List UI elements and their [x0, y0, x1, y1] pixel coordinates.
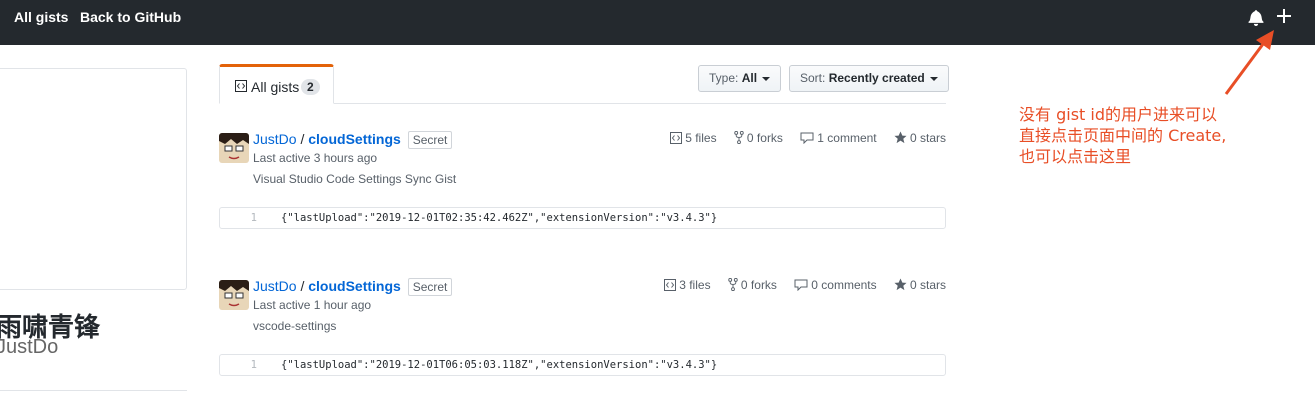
profile-avatar-card	[0, 68, 187, 290]
avatar[interactable]	[219, 280, 249, 310]
fork-icon	[734, 130, 744, 145]
gist-title: JustDo / cloudSettings Secret	[253, 278, 453, 296]
files-stat[interactable]: 3 files	[664, 278, 711, 292]
code-icon	[235, 80, 247, 92]
bell-icon[interactable]	[1248, 9, 1264, 26]
files-stat[interactable]: 5 files	[670, 131, 717, 145]
comment-icon	[794, 279, 808, 292]
type-filter-button[interactable]: Type: All	[698, 65, 782, 92]
annotation-line: 也可以点击这里	[1019, 147, 1132, 166]
comment-icon	[800, 132, 814, 145]
code-preview[interactable]: 1 {"lastUpload":"2019-12-01T02:35:42.462…	[219, 207, 946, 229]
type-filter-value: All	[741, 71, 758, 85]
forks-count: 0 forks	[740, 278, 777, 292]
gist-title: JustDo / cloudSettings Secret	[253, 131, 453, 149]
all-gists-link[interactable]: All gists	[14, 9, 68, 25]
tab-label: All gists	[251, 79, 300, 95]
annotation-arrow-icon	[1224, 30, 1274, 95]
last-active-text: Last active 3 hours ago	[253, 151, 378, 165]
type-filter-label: Type:	[709, 71, 739, 85]
avatar[interactable]	[219, 133, 249, 163]
stars-stat[interactable]: 0 stars	[894, 131, 946, 145]
sort-filter-label: Sort:	[800, 71, 826, 85]
code-icon	[670, 132, 683, 144]
gist-item: JustDo / cloudSettings Secret Last activ…	[219, 130, 946, 241]
plus-icon[interactable]	[1276, 8, 1292, 24]
forks-stat[interactable]: 0 forks	[734, 130, 783, 145]
comments-stat[interactable]: 1 comment	[800, 131, 877, 145]
gist-count-badge: 2	[301, 79, 320, 95]
forks-count: 0 forks	[746, 131, 783, 145]
stars-count: 0 stars	[909, 278, 946, 292]
star-icon	[894, 131, 907, 144]
code-line: {"lastUpload":"2019-12-01T02:35:42.462Z"…	[281, 212, 718, 224]
annotation-note: 没有 gist id的用户进来可以 直接点击页面中间的 Create, 也可以点…	[1019, 104, 1226, 167]
comments-stat[interactable]: 0 comments	[794, 278, 877, 292]
stars-stat[interactable]: 0 stars	[894, 278, 946, 292]
chevron-down-icon	[930, 76, 939, 81]
gist-stats: 5 files 0 forks 1 comment 0 stars	[656, 130, 946, 145]
secret-badge: Secret	[407, 278, 453, 296]
sort-filter-button[interactable]: Sort: Recently created	[789, 65, 950, 92]
annotation-line: 没有 gist id的用户进来可以	[1019, 105, 1217, 124]
line-number: 1	[250, 212, 257, 224]
fork-icon	[728, 277, 738, 292]
line-number: 1	[250, 359, 257, 371]
gist-stats: 3 files 0 forks 0 comments 0 stars	[650, 277, 946, 292]
top-header: All gists Back to GitHub	[0, 0, 1315, 45]
profile-divider	[0, 390, 187, 391]
annotation-line: 直接点击页面中间的 Create,	[1019, 126, 1227, 145]
back-to-github-link[interactable]: Back to GitHub	[80, 9, 181, 25]
secret-badge: Secret	[407, 131, 453, 149]
gist-owner-link[interactable]: JustDo	[253, 131, 297, 147]
gist-item: JustDo / cloudSettings Secret Last activ…	[219, 277, 946, 388]
last-active-text: Last active 1 hour ago	[253, 298, 372, 312]
tab-all-gists[interactable]: All gists 2	[219, 64, 334, 104]
code-line: {"lastUpload":"2019-12-01T06:05:03.118Z"…	[281, 359, 718, 371]
stars-count: 0 stars	[909, 131, 946, 145]
forks-stat[interactable]: 0 forks	[728, 277, 777, 292]
gist-file-link[interactable]: cloudSettings	[308, 131, 401, 147]
code-icon	[664, 279, 677, 291]
code-preview[interactable]: 1 {"lastUpload":"2019-12-01T06:05:03.118…	[219, 354, 946, 376]
files-count: 3 files	[679, 278, 711, 292]
files-count: 5 files	[685, 131, 717, 145]
chevron-down-icon	[762, 76, 771, 81]
sort-filter-value: Recently created	[828, 71, 925, 85]
comments-count: 1 comment	[817, 131, 877, 145]
comments-count: 0 comments	[811, 278, 877, 292]
profile-login: JustDo	[0, 336, 59, 358]
star-icon	[894, 278, 907, 291]
gist-description: Visual Studio Code Settings Sync Gist	[253, 172, 457, 186]
gist-description: vscode-settings	[253, 319, 337, 333]
gist-file-link[interactable]: cloudSettings	[308, 278, 401, 294]
gist-owner-link[interactable]: JustDo	[253, 278, 297, 294]
